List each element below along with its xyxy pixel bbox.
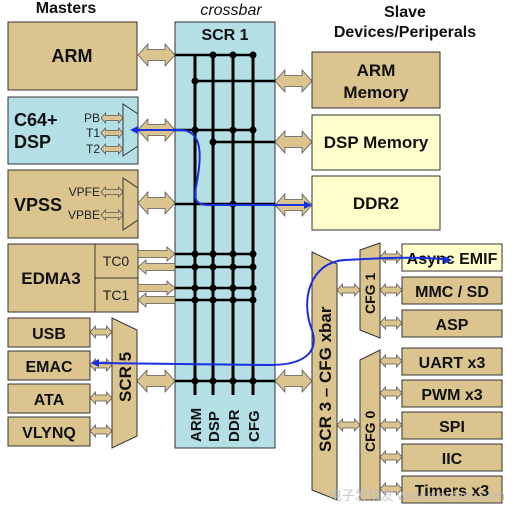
edma-tc0: TC0 (103, 253, 130, 269)
double-arrow-icon (137, 42, 176, 68)
double-arrow-icon (89, 390, 113, 406)
double-arrow-icon (336, 417, 361, 433)
ddr2-label: DDR2 (353, 194, 399, 213)
cfg1-label: CFG 1 (362, 273, 378, 314)
switch-point (249, 250, 257, 258)
master-vlynq-label: VLYNQ (22, 425, 76, 442)
slaves-heading-line2: Devices/Periperals (334, 24, 476, 41)
scr5-label: SCR 5 (116, 352, 135, 402)
double-arrow-icon (89, 423, 113, 439)
dsp-port-t1: T1 (86, 126, 100, 140)
switch-point (229, 250, 237, 258)
master-emac-label: EMAC (25, 359, 73, 376)
column-label-dsp: DSP (206, 411, 223, 442)
column-label-cfg: CFG (246, 410, 263, 442)
double-arrow-icon (137, 190, 176, 216)
arrow-left-icon (137, 292, 176, 308)
slave-device-label: IIC (442, 451, 463, 468)
vpss-port-vpbe: VPBE (68, 208, 100, 222)
switch-point (229, 296, 237, 304)
double-arrow-icon (379, 282, 403, 298)
slave-device-label: Async EMIF (407, 251, 498, 268)
double-arrow-icon (336, 282, 361, 298)
master-dsp-label2: DSP (14, 132, 51, 152)
slave-device-label: UART x3 (419, 355, 486, 372)
master-vpss-label: VPSS (14, 195, 62, 215)
switch-point (209, 296, 217, 304)
switch-point (229, 263, 237, 271)
masters-heading: Masters (36, 0, 97, 17)
switch-point (249, 284, 257, 292)
double-arrow-icon (89, 324, 113, 340)
slave-device-label: SPI (439, 419, 465, 436)
cfg0-label: CFG 0 (362, 411, 378, 452)
switch-point (229, 51, 237, 59)
slave-device-label: MMC / SD (415, 284, 489, 301)
column-label-arm: ARM (188, 408, 205, 442)
arrow-right-icon (137, 246, 176, 262)
switch-point (229, 126, 237, 134)
master-arm-label: ARM (52, 46, 93, 66)
cfg-slave-devices: Async EMIF MMC / SD ASP UART x3 PWM x3 SPI IIC… (401, 243, 503, 504)
switch-point (229, 284, 237, 292)
master-peripherals: USB EMAC ATA VLYNQ (7, 317, 91, 447)
double-arrow-icon (379, 385, 403, 401)
arm-memory-label2: Memory (343, 83, 409, 102)
edma-tc1: TC1 (103, 287, 130, 303)
double-arrow-icon (274, 129, 313, 155)
switch-point (209, 377, 217, 385)
master-edma3-label: EDMA3 (21, 269, 81, 288)
double-arrow-icon (136, 368, 176, 394)
arm-memory-label1: ARM (357, 61, 396, 80)
scr3-label: SCR 3 – CFG xbar (316, 306, 335, 452)
switch-point (209, 263, 217, 271)
switch-point (249, 296, 257, 304)
watermark: 电子发烧友 www.elecfans.com (329, 488, 505, 503)
switch-point (229, 377, 237, 385)
crossbar-heading: crossbar (200, 2, 262, 19)
switch-point (249, 263, 257, 271)
double-arrow-icon (379, 315, 403, 331)
switch-point (249, 377, 257, 385)
slaves-heading-line1: Slave (384, 4, 426, 21)
master-dsp-label1: C64+ (14, 110, 58, 130)
double-arrow-icon (379, 353, 403, 369)
arrow-left-icon (137, 259, 176, 275)
dsp-port-t2: T2 (86, 142, 100, 156)
double-arrow-icon (274, 368, 313, 394)
slave-device-label: ASP (436, 317, 469, 334)
master-usb-label: USB (32, 326, 66, 343)
slave-device-label: PWM x3 (421, 387, 482, 404)
scr1-title: SCR 1 (201, 27, 248, 44)
switch-point (209, 250, 217, 258)
vpss-port-vpfe: VPFE (69, 185, 100, 199)
double-arrow-icon (89, 357, 113, 373)
switch-point (249, 51, 257, 59)
master-ata-label: ATA (34, 392, 65, 409)
dsp-port-pb: PB (84, 111, 100, 125)
crossbar-diagram: Masters crossbar Slave Devices/Periperal… (7, 0, 505, 504)
scr1-box (174, 21, 276, 449)
switch-point (209, 284, 217, 292)
arrow-right-icon (137, 280, 176, 296)
dsp-memory-label: DSP Memory (324, 133, 429, 152)
switch-point (209, 51, 217, 59)
switch-point (209, 138, 217, 146)
double-arrow-icon (379, 449, 403, 465)
switch-point (249, 126, 257, 134)
column-label-ddr: DDR (226, 409, 243, 442)
double-arrow-icon (274, 68, 313, 94)
double-arrow-icon (379, 417, 403, 433)
